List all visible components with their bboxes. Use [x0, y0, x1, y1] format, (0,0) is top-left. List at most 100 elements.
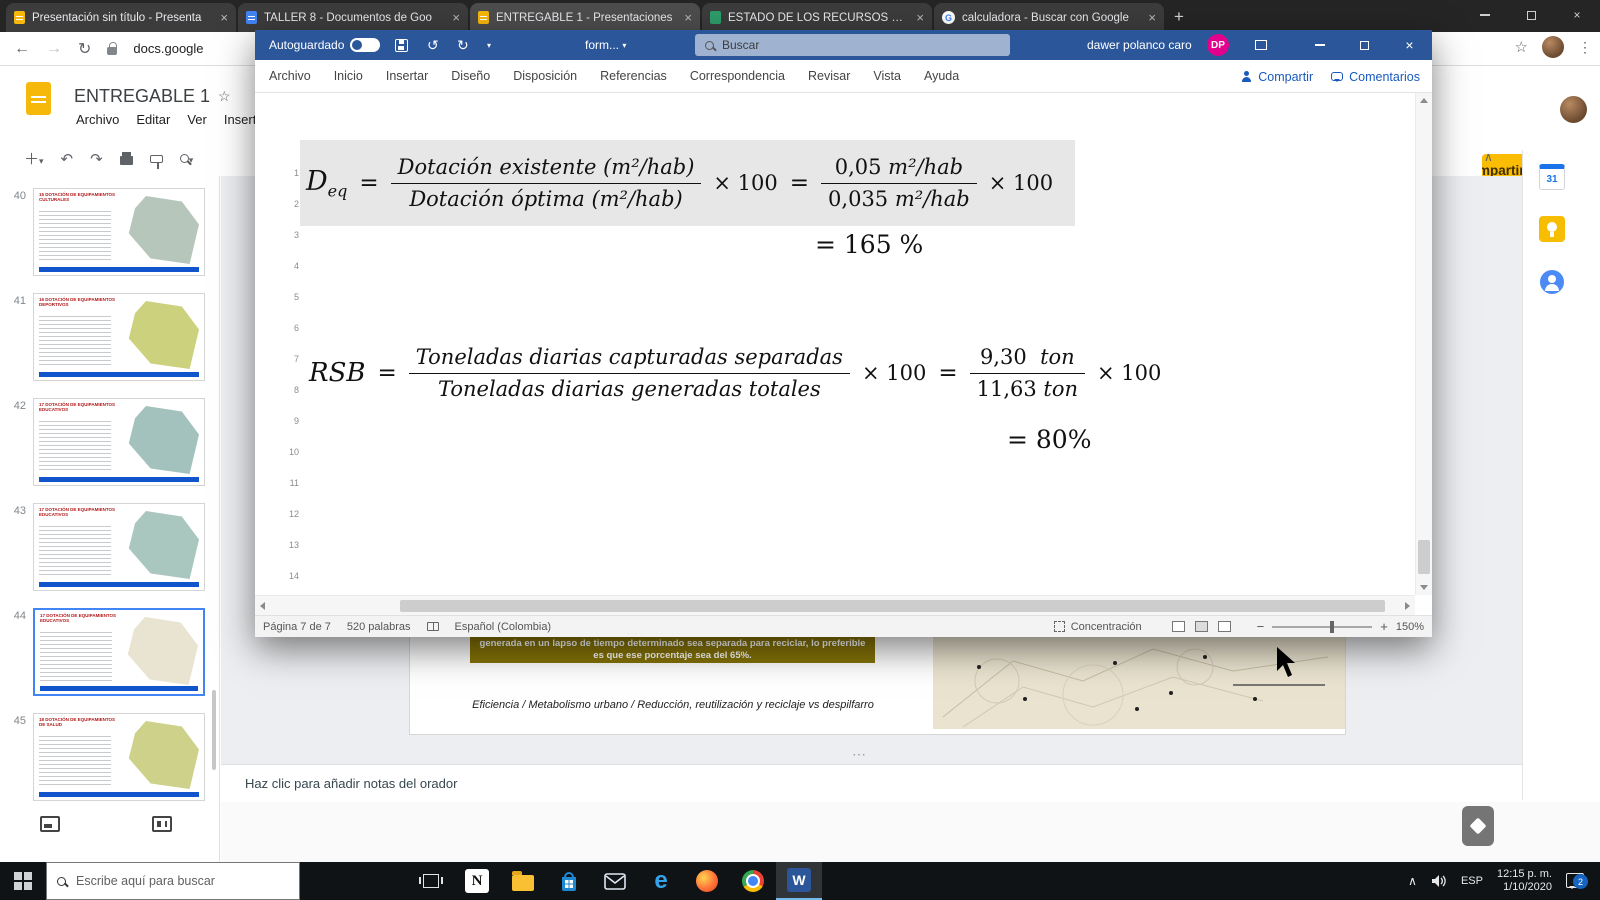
web-layout-icon[interactable]: [1217, 621, 1231, 632]
tab-close-icon[interactable]: ×: [916, 10, 924, 25]
horizontal-scroll-thumb[interactable]: [400, 600, 1385, 612]
browser-tab[interactable]: ESTADO DE LOS RECURSOS NAT ×: [702, 3, 932, 32]
user-name[interactable]: dawer polanco caro: [1087, 30, 1192, 60]
scroll-right-icon[interactable]: [1405, 602, 1410, 610]
redo-icon[interactable]: ↷: [90, 150, 103, 168]
ribbon-tab[interactable]: Referencias: [600, 69, 667, 83]
store-button[interactable]: [546, 862, 592, 900]
slides-doc-title[interactable]: ENTREGABLE 1: [74, 86, 210, 107]
equation-block-1[interactable]: Deq = Dotación existente (m²/hab) Dotaci…: [300, 140, 1075, 226]
user-avatar[interactable]: DP: [1207, 30, 1229, 60]
save-icon[interactable]: [395, 30, 408, 60]
equation-1-result[interactable]: = 165 %: [815, 230, 923, 259]
slides-menu-item[interactable]: Editar: [136, 112, 170, 127]
horizontal-scrollbar[interactable]: [255, 595, 1415, 615]
browser-menu-icon[interactable]: ⋮: [1578, 39, 1592, 56]
scroll-up-icon[interactable]: [1420, 98, 1428, 103]
print-icon[interactable]: [119, 152, 133, 165]
vertical-scroll-thumb[interactable]: [1418, 540, 1430, 574]
slide-thumbnail-selected[interactable]: 17 DOTACIÓN DE EQUIPAMIENTOS EDUCATIVOS: [33, 608, 205, 696]
ribbon-tab[interactable]: Ayuda: [924, 69, 959, 83]
undo-icon[interactable]: ↺: [427, 30, 439, 60]
paint-format-icon[interactable]: [149, 154, 163, 169]
file-explorer-button[interactable]: [500, 862, 546, 900]
browser-profile-avatar[interactable]: [1542, 36, 1564, 58]
start-button[interactable]: [0, 862, 46, 900]
ribbon-tab[interactable]: Insertar: [386, 69, 428, 83]
word-search-input[interactable]: Buscar: [695, 34, 1010, 56]
filmstrip-scrollbar[interactable]: [212, 690, 216, 770]
equation-2-result[interactable]: = 80%: [1007, 425, 1091, 454]
ribbon-tab[interactable]: Revisar: [808, 69, 850, 83]
speaker-icon[interactable]: [1431, 874, 1447, 888]
forward-icon[interactable]: →: [46, 40, 62, 58]
slide-highlight-box[interactable]: generada en un lapso de tiempo determina…: [470, 637, 875, 663]
slide-thumbnail[interactable]: 17 DOTACIÓN DE EQUIPAMIENTOS EDUCATIVOS: [33, 398, 205, 486]
address-url[interactable]: docs.google: [133, 41, 203, 56]
tab-close-icon[interactable]: ×: [1148, 10, 1156, 25]
reload-icon[interactable]: ↻: [78, 39, 91, 59]
slides-menu-item[interactable]: Archivo: [76, 112, 119, 127]
grid-view-icon[interactable]: [152, 816, 172, 832]
read-mode-icon[interactable]: [1171, 621, 1185, 632]
back-icon[interactable]: ←: [14, 40, 30, 58]
chrome-minimize-button[interactable]: [1462, 0, 1508, 30]
ribbon-display-icon[interactable]: [1255, 30, 1267, 60]
contacts-icon[interactable]: [1540, 270, 1564, 294]
browser-tab-active[interactable]: ENTREGABLE 1 - Presentaciones ×: [470, 3, 700, 32]
collapse-chevron-icon[interactable]: ∧: [1484, 150, 1493, 164]
page-indicator[interactable]: Página 7 de 7: [263, 621, 331, 633]
zoom-level[interactable]: 150%: [1396, 621, 1424, 633]
calendar-icon[interactable]: 31: [1539, 164, 1565, 190]
slide-visible-area[interactable]: generada en un lapso de tiempo determina…: [410, 637, 1345, 734]
explore-button[interactable]: [1462, 806, 1494, 846]
ribbon-tab[interactable]: Archivo: [269, 69, 311, 83]
browser-tab[interactable]: Presentación sin título - Presenta ×: [6, 3, 236, 32]
word-maximize-button[interactable]: [1342, 30, 1387, 60]
firefox-button[interactable]: [684, 862, 730, 900]
taskbar-clock[interactable]: 12:15 p. m. 1/10/2020: [1497, 868, 1552, 894]
word-close-button[interactable]: ×: [1387, 30, 1432, 60]
slide-thumbnail[interactable]: 18 DOTACIÓN DE EQUIPAMIENTOS DE SALUD: [33, 713, 205, 801]
tab-close-icon[interactable]: ×: [684, 10, 692, 25]
ribbon-tab[interactable]: Correspondencia: [690, 69, 785, 83]
taskbar-search-input[interactable]: Escribe aquí para buscar: [46, 862, 300, 900]
keep-icon[interactable]: [1539, 216, 1565, 242]
quick-access-caret-icon[interactable]: ▾: [487, 30, 491, 60]
ribbon-tab[interactable]: Disposición: [513, 69, 577, 83]
slide-thumbnail[interactable]: 16 DOTACIÓN DE EQUIPAMIENTOS DEPORTIVOS: [33, 293, 205, 381]
browser-tab[interactable]: G calculadora - Buscar con Google ×: [934, 3, 1164, 32]
ribbon-tab[interactable]: Diseño: [451, 69, 490, 83]
task-view-button[interactable]: [408, 862, 454, 900]
document-name[interactable]: form... ▾: [585, 30, 626, 60]
zoom-slider[interactable]: [1272, 620, 1373, 633]
autosave-toggle[interactable]: [350, 30, 380, 60]
star-favorite-icon[interactable]: ☆: [218, 88, 231, 105]
zoom-out-icon[interactable]: −: [1257, 619, 1265, 634]
browser-tab[interactable]: TALLER 8 - Documentos de Goo ×: [238, 3, 468, 32]
mail-button[interactable]: [592, 862, 638, 900]
padlock-icon[interactable]: [107, 41, 118, 55]
language-indicator[interactable]: Español (Colombia): [455, 621, 552, 633]
focus-mode-button[interactable]: Concentración: [1053, 621, 1142, 633]
scroll-left-icon[interactable]: [260, 602, 265, 610]
ribbon-tab[interactable]: Vista: [873, 69, 901, 83]
filmstrip-view-icon[interactable]: [40, 816, 60, 832]
word-document-area[interactable]: 1 2 3 4 5 6 7 8 9 10 11 12 13 14 Deq = D…: [255, 93, 1415, 595]
chrome-button[interactable]: [730, 862, 776, 900]
zoom-in-icon[interactable]: +: [1380, 619, 1388, 634]
speaker-notes-area[interactable]: Haz clic para añadir notas del orador: [221, 764, 1600, 802]
new-slide-icon[interactable]: ＋▾: [24, 148, 44, 169]
proofing-book-icon[interactable]: [426, 622, 439, 631]
bookmark-star-icon[interactable]: ☆: [1515, 38, 1528, 56]
notes-resize-handle[interactable]: ⋯: [852, 746, 868, 763]
tab-close-icon[interactable]: ×: [220, 10, 228, 25]
slides-logo-icon[interactable]: [26, 82, 51, 115]
slide-caption[interactable]: Eficiencia / Metabolismo urbano / Reducc…: [472, 699, 874, 711]
vertical-scrollbar[interactable]: [1415, 93, 1432, 595]
redo-icon[interactable]: ↻: [457, 30, 469, 60]
equation-block-2[interactable]: RSB = Toneladas diarias capturadas separ…: [303, 338, 1203, 408]
word-share-button[interactable]: Compartir: [1241, 70, 1313, 84]
slide-thumbnail[interactable]: 17 DOTACIÓN DE EQUIPAMIENTOS EDUCATIVOS: [33, 503, 205, 591]
word-minimize-button[interactable]: [1297, 30, 1342, 60]
